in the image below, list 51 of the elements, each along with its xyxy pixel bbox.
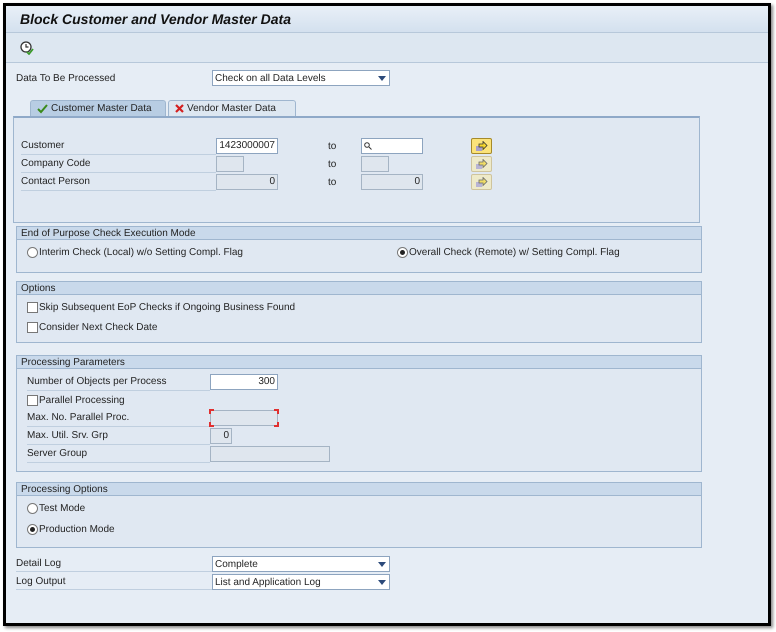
field-label: Detail Log	[16, 556, 212, 572]
arrow-icon	[476, 159, 488, 169]
checkbox-label: Parallel Processing	[39, 394, 125, 408]
group-title: Options	[17, 282, 701, 295]
radio-button[interactable]	[27, 247, 38, 258]
field-label: Contact Person	[21, 174, 216, 190]
window-title: Block Customer and Vendor Master Data	[20, 10, 291, 28]
multiple-selection-button[interactable]	[471, 138, 492, 154]
arrow-icon	[476, 177, 488, 187]
radio-button[interactable]	[27, 503, 38, 514]
checkbox[interactable]	[27, 394, 38, 406]
field-label: Number of Objects per Process	[27, 374, 210, 390]
checkbox[interactable]	[27, 322, 38, 333]
execute-clock-icon[interactable]	[20, 40, 34, 54]
field-label: Customer	[21, 138, 216, 154]
to-label: to	[328, 158, 338, 172]
radio-label: Test Mode	[39, 502, 86, 516]
tab[interactable]: Customer Master Data	[30, 100, 166, 116]
dropdown[interactable]: Check on all Data Levels	[212, 70, 390, 86]
input-field[interactable]: 1423000007	[216, 138, 278, 154]
search-icon	[364, 142, 372, 150]
input-field[interactable]: 300	[210, 374, 278, 390]
to-label: to	[328, 176, 338, 190]
dropdown-arrow-icon	[378, 580, 386, 584]
input-field[interactable]	[361, 138, 423, 154]
arrow-icon	[476, 141, 488, 151]
radio-button[interactable]	[27, 524, 38, 535]
field-label: Server Group	[27, 446, 210, 462]
field-label: Company Code	[21, 156, 216, 172]
group-title: Processing Options	[17, 483, 701, 496]
dropdown-arrow-icon	[378, 76, 386, 80]
dropdown-arrow-icon	[378, 562, 386, 566]
field-label: Max. No. Parallel Proc.	[27, 410, 210, 426]
field-label: Log Output	[16, 574, 212, 590]
radio-label: Production Mode	[39, 523, 115, 537]
tab[interactable]: Vendor Master Data	[168, 100, 296, 116]
field-label: Data To Be Processed	[16, 72, 116, 86]
dropdown[interactable]: List and Application Log	[212, 574, 390, 590]
dropdown[interactable]: Complete	[212, 556, 390, 572]
radio-button[interactable]	[397, 247, 408, 258]
field-label: Max. Util. Srv. Grp	[27, 428, 210, 444]
to-label: to	[328, 140, 338, 154]
radio-label: Overall Check (Remote) w/ Setting Compl. Flag	[409, 246, 620, 260]
group-title: End of Purpose Check Execution Mode	[17, 227, 701, 240]
radio-label: Interim Check (Local) w/o Setting Compl. Flag	[39, 246, 243, 260]
check-icon	[37, 104, 48, 114]
checkbox-label: Skip Subsequent EoP Checks if Ongoing Business Found	[39, 301, 296, 315]
group-title: Processing Parameters	[17, 356, 701, 369]
checkbox[interactable]	[27, 302, 38, 313]
checkbox-label: Consider Next Check Date	[39, 321, 158, 335]
cross-icon	[175, 104, 184, 113]
